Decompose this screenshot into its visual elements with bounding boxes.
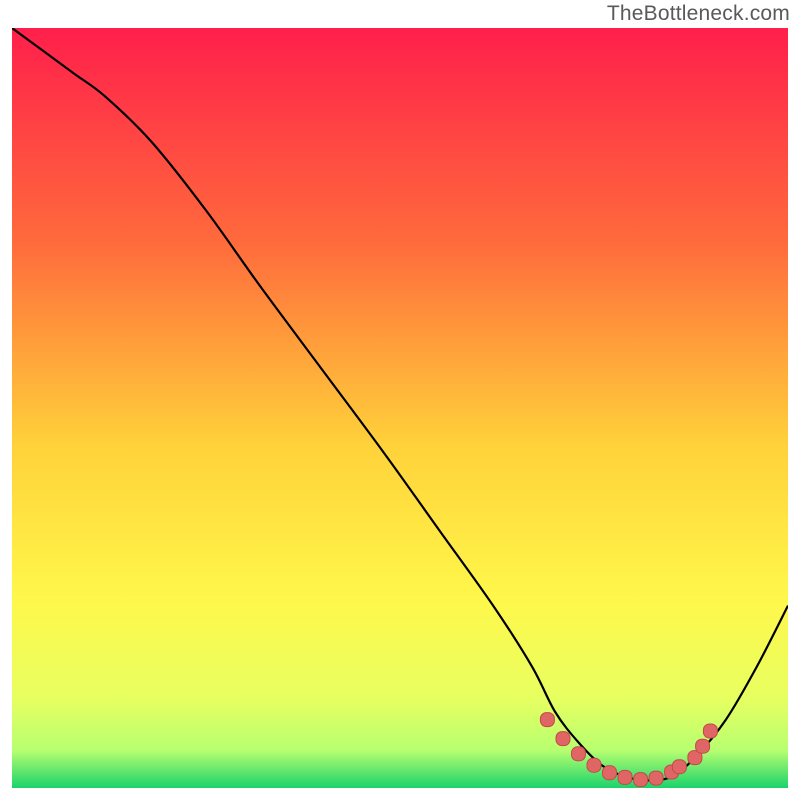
curve-marker <box>572 747 586 761</box>
curve-marker <box>672 760 686 774</box>
curve-marker <box>696 739 710 753</box>
curve-marker <box>649 771 663 785</box>
curve-marker <box>618 770 632 784</box>
curve-marker <box>556 732 570 746</box>
chart-svg <box>12 28 788 788</box>
curve-marker <box>540 713 554 727</box>
chart-stage: TheBottleneck.com <box>0 0 800 800</box>
gradient-background <box>12 28 788 788</box>
curve-marker <box>634 773 648 787</box>
curve-marker <box>603 766 617 780</box>
watermark-text: TheBottleneck.com <box>607 2 790 26</box>
plot-area <box>12 28 788 788</box>
curve-marker <box>587 758 601 772</box>
curve-marker <box>703 724 717 738</box>
